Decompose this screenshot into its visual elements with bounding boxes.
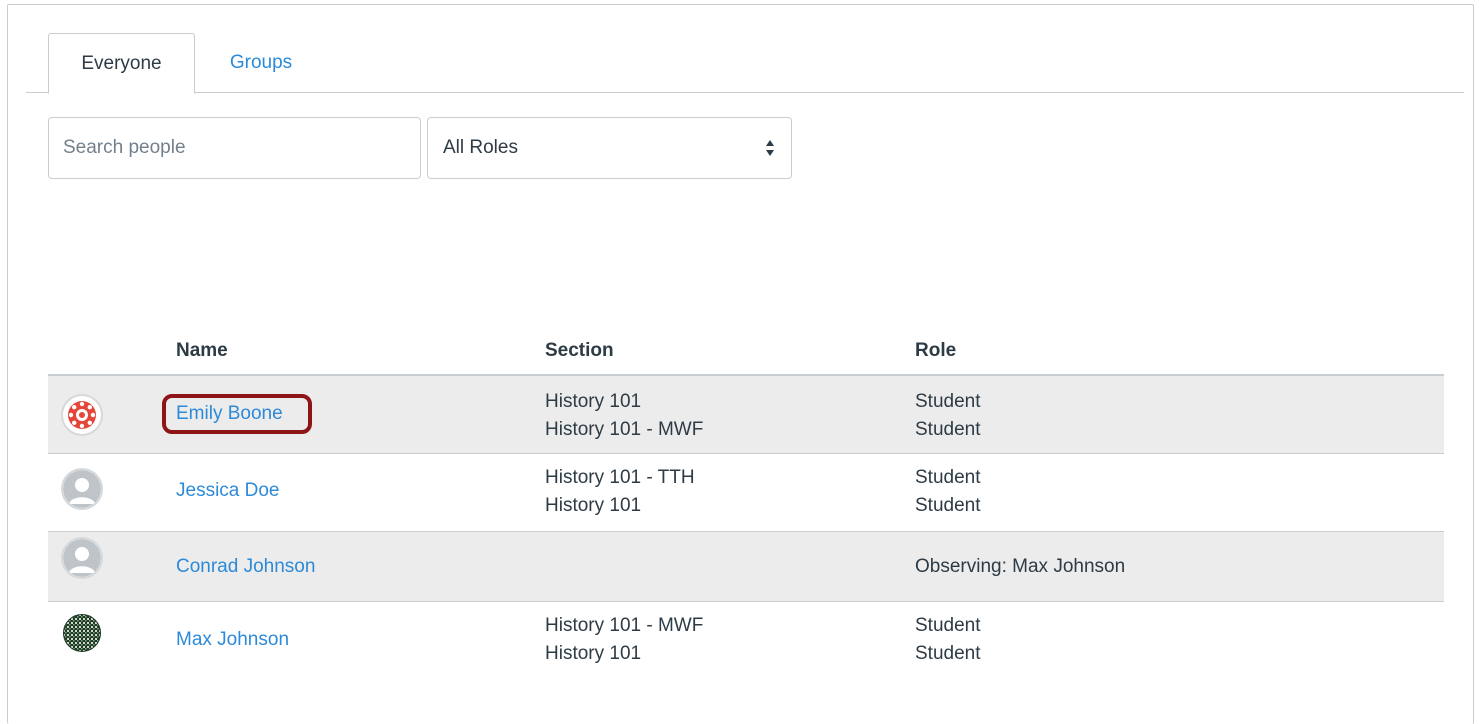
table-header: Name Section Role	[48, 322, 1444, 376]
roles-select[interactable]: All Roles	[427, 117, 792, 179]
section-line: History 101 - MWF	[545, 615, 704, 636]
person-name-link[interactable]: Jessica Doe	[176, 480, 280, 502]
default-user-avatar-icon[interactable]	[61, 468, 103, 510]
section-line: History 101	[545, 495, 642, 516]
role-cell: Student Student	[915, 464, 981, 520]
role-line: Student	[915, 391, 981, 412]
pattern-avatar-icon[interactable]	[61, 612, 103, 654]
people-table: Name Section Role Emily Boone History 10…	[48, 322, 1444, 680]
person-name-link[interactable]: Max Johnson	[176, 629, 289, 651]
section-cell: History 101 History 101 - MWF	[545, 388, 703, 444]
section-cell: History 101 - MWF History 101	[545, 612, 703, 668]
section-line: History 101	[545, 643, 642, 664]
select-arrows-icon	[766, 140, 774, 156]
table-row: Conrad Johnson Observing: Max Johnson	[48, 532, 1444, 602]
section-line: History 101 - MWF	[545, 419, 704, 440]
table-row: Jessica Doe History 101 - TTH History 10…	[48, 454, 1444, 532]
role-line: Student	[915, 467, 981, 488]
roles-select-value: All Roles	[443, 137, 518, 158]
role-line: Observing: Max Johnson	[915, 556, 1126, 577]
column-header-section[interactable]: Section	[545, 340, 614, 362]
role-line: Student	[915, 615, 981, 636]
section-line: History 101 - TTH	[545, 467, 695, 488]
search-people-input[interactable]	[48, 117, 421, 179]
default-user-avatar-icon[interactable]	[61, 537, 103, 579]
role-line: Student	[915, 495, 981, 516]
tab-everyone[interactable]: Everyone	[48, 33, 195, 94]
role-line: Student	[915, 643, 981, 664]
tab-groups[interactable]: Groups	[196, 33, 326, 93]
role-cell: Observing: Max Johnson	[915, 553, 1125, 581]
table-row: Max Johnson History 101 - MWF History 10…	[48, 602, 1444, 680]
role-cell: Student Student	[915, 388, 981, 444]
canvas-logo-avatar-icon[interactable]	[61, 394, 103, 436]
section-cell: History 101 - TTH History 101	[545, 464, 695, 520]
people-tabs: Everyone Groups	[26, 33, 1464, 94]
table-row: Emily Boone History 101 History 101 - MW…	[48, 376, 1444, 454]
role-line: Student	[915, 419, 981, 440]
person-name-link[interactable]: Emily Boone	[176, 403, 283, 425]
column-header-role[interactable]: Role	[915, 340, 956, 362]
person-name-link[interactable]: Conrad Johnson	[176, 556, 315, 578]
role-cell: Student Student	[915, 612, 981, 668]
column-header-name[interactable]: Name	[176, 340, 228, 362]
section-line: History 101	[545, 391, 642, 412]
